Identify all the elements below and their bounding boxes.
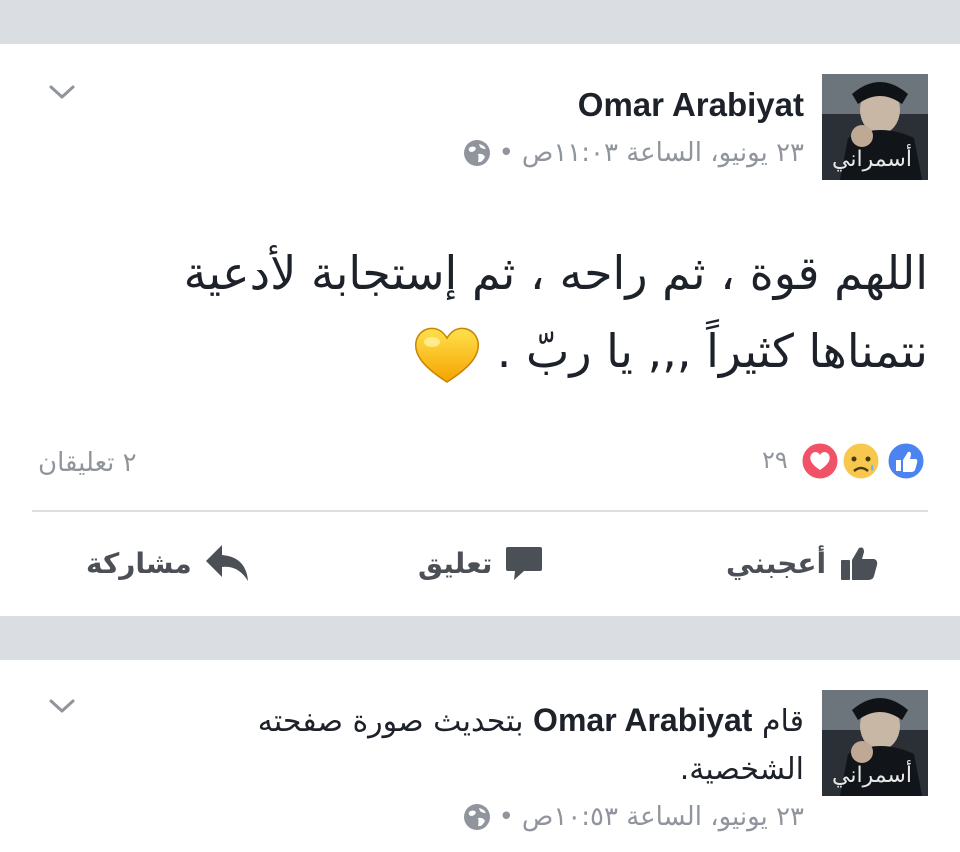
avatar-caption: أسمراني	[832, 760, 912, 788]
globe-icon	[463, 804, 490, 830]
meta-separator: •	[498, 138, 514, 168]
divider	[32, 510, 928, 512]
avatar[interactable]: أسمراني	[822, 690, 928, 796]
post-text-line-2: نتمناها كثيراً ,,, يا ربّ .	[28, 312, 928, 390]
like-label: أعجبني	[726, 546, 827, 580]
comment-button[interactable]: تعليق	[418, 540, 544, 586]
like-button[interactable]: أعجبني	[726, 540, 880, 586]
avatar-caption: أسمراني	[832, 144, 912, 172]
chevron-down-icon[interactable]	[48, 82, 76, 102]
profile-photo: أسمراني	[822, 74, 928, 180]
post-body: اللهم قوة ، ثم راحه ، ثم إستجابة لأدعية …	[28, 234, 928, 390]
post-timestamp[interactable]: ٢٣ يونيو، الساعة ١١:٠٣ص	[522, 138, 804, 168]
avatar[interactable]: أسمراني	[822, 74, 928, 180]
share-button[interactable]: مشاركة	[86, 540, 250, 586]
feed-top-spacer	[0, 0, 960, 44]
post-author-name[interactable]: Omar Arabiyat	[533, 702, 752, 738]
update-prefix: قام	[761, 704, 804, 739]
yellow-heart-icon	[415, 327, 480, 383]
post-card-profile-update: أسمراني قام Omar Arabiyat بتحديث صورة صف…	[0, 660, 960, 852]
post-meta: ٢٣ يونيو، الساعة ١١:٠٣ص •	[463, 138, 804, 168]
post-timestamp[interactable]: ٢٣ يونيو، الساعة ١٠:٥٣ص	[522, 802, 804, 832]
chevron-down-icon[interactable]	[48, 696, 76, 716]
profile-update-text: قام Omar Arabiyat بتحديث صورة صفحته الشخ…	[164, 696, 804, 794]
thumbs-up-icon	[841, 547, 878, 580]
share-label: مشاركة	[86, 546, 192, 580]
comments-count[interactable]: ٢ تعليقان	[38, 448, 137, 478]
share-arrow-icon	[205, 545, 248, 581]
comment-icon	[506, 547, 543, 580]
post-text-line: نتمناها كثيراً ,,, يا ربّ .	[496, 324, 928, 378]
globe-icon	[463, 140, 490, 166]
reactions-summary[interactable]	[798, 440, 928, 482]
like-reaction-icon	[885, 440, 927, 482]
post-text-line: اللهم قوة ، ثم راحه ، ثم إستجابة لأدعية	[183, 246, 928, 300]
profile-photo: أسمراني	[822, 690, 928, 796]
heart-reaction-icon	[799, 440, 841, 482]
post-meta: ٢٣ يونيو، الساعة ١٠:٥٣ص •	[463, 802, 804, 832]
reactions-count[interactable]: ٢٩	[762, 446, 788, 474]
sad-reaction-icon	[840, 440, 882, 482]
meta-separator: •	[498, 802, 514, 832]
post-author-name[interactable]: Omar Arabiyat	[578, 86, 804, 124]
comment-label: تعليق	[418, 546, 493, 580]
post-card: أسمراني Omar Arabiyat ٢٣ يونيو، الساعة ١…	[0, 44, 960, 616]
